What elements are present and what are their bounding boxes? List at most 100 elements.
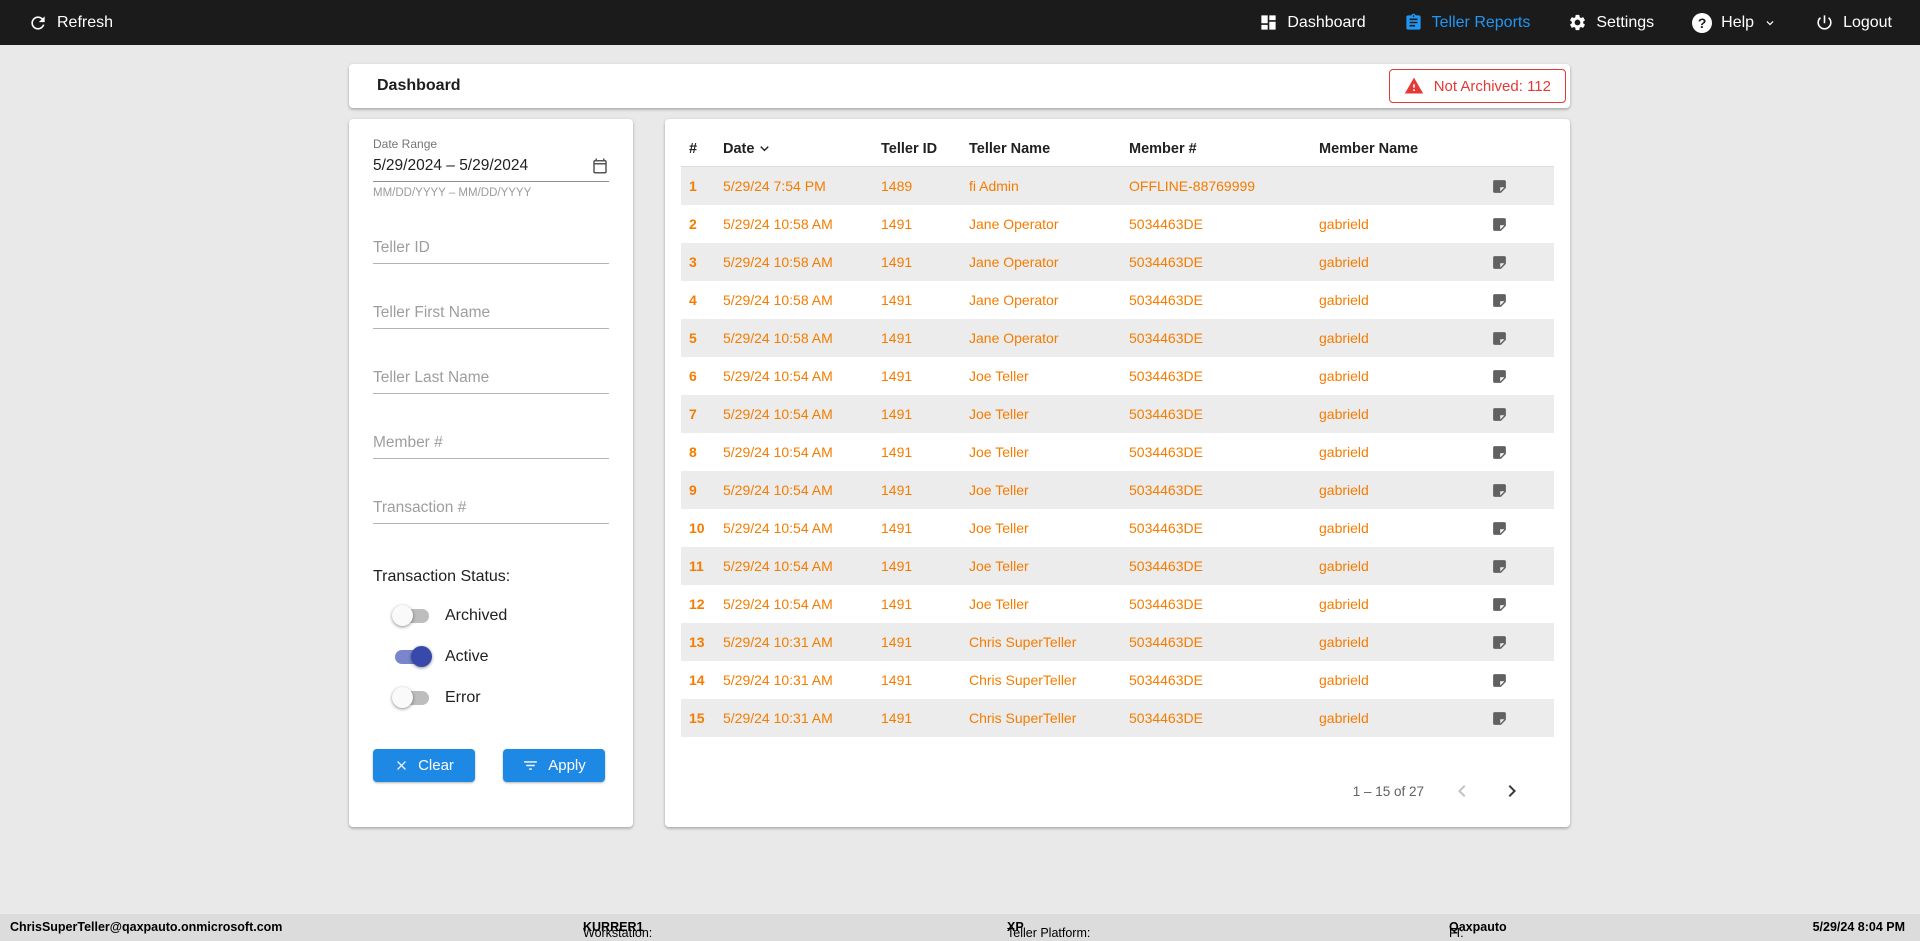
archived-toggle[interactable] [392, 605, 429, 626]
table-row[interactable]: 12 5/29/24 10:54 AM 1491 Joe Teller 5034… [681, 585, 1554, 623]
member-number-input[interactable] [373, 428, 609, 459]
top-navigation-bar: Refresh Dashboard Teller Reports Setting… [0, 0, 1920, 45]
cell-member-number: 5034463DE [1129, 368, 1203, 384]
nav-item-help[interactable]: ? Help [1692, 12, 1777, 33]
cell-date: 5/29/24 7:54 PM [723, 178, 826, 194]
nav-item-dashboard[interactable]: Dashboard [1259, 13, 1366, 32]
report-icon [1406, 13, 1421, 30]
col-header-date[interactable]: Date [723, 140, 881, 157]
note-icon[interactable] [1491, 634, 1554, 651]
filter-actions: Clear Apply [373, 749, 609, 782]
note-icon[interactable] [1491, 444, 1554, 461]
note-icon[interactable] [1491, 596, 1554, 613]
cell-date: 5/29/24 10:58 AM [723, 330, 833, 346]
cell-row-number: 6 [689, 368, 697, 384]
cell-teller-name: Jane Operator [969, 254, 1059, 270]
cell-date: 5/29/24 10:54 AM [723, 368, 833, 384]
table-row[interactable]: 14 5/29/24 10:31 AM 1491 Chris SuperTell… [681, 661, 1554, 699]
note-icon[interactable] [1491, 672, 1554, 689]
cell-teller-name: Jane Operator [969, 216, 1059, 232]
clear-button[interactable]: Clear [373, 749, 475, 782]
cell-teller-name: Joe Teller [969, 444, 1029, 460]
refresh-label: Refresh [57, 13, 114, 31]
note-icon[interactable] [1491, 292, 1554, 309]
nav-right-group: Dashboard Teller Reports Settings ? Help… [1259, 12, 1892, 33]
nav-item-logout[interactable]: Logout [1815, 13, 1892, 32]
table-row[interactable]: 4 5/29/24 10:58 AM 1491 Jane Operator 50… [681, 281, 1554, 319]
nav-label-logout: Logout [1843, 13, 1892, 31]
table-row[interactable]: 10 5/29/24 10:54 AM 1491 Joe Teller 5034… [681, 509, 1554, 547]
refresh-button[interactable]: Refresh [28, 13, 113, 33]
cell-teller-id: 1489 [881, 178, 913, 194]
cell-member-name: gabrield [1319, 406, 1369, 422]
fi-label: FI: [1449, 926, 1464, 940]
table-row[interactable]: 15 5/29/24 10:31 AM 1491 Chris SuperTell… [681, 699, 1554, 737]
table-row[interactable]: 11 5/29/24 10:54 AM 1491 Joe Teller 5034… [681, 547, 1554, 585]
cell-member-number: 5034463DE [1129, 216, 1203, 232]
power-icon [1817, 15, 1832, 30]
teller-last-name-input[interactable] [373, 363, 609, 394]
table-row[interactable]: 9 5/29/24 10:54 AM 1491 Joe Teller 50344… [681, 471, 1554, 509]
cell-teller-name: Jane Operator [969, 292, 1059, 308]
nav-item-teller-reports[interactable]: Teller Reports [1404, 13, 1531, 32]
cell-member-number: 5034463DE [1129, 710, 1203, 726]
cell-teller-id: 1491 [881, 292, 913, 308]
cell-member-name: gabrield [1319, 596, 1369, 612]
apply-button[interactable]: Apply [503, 749, 605, 782]
note-icon[interactable] [1491, 406, 1554, 423]
table-row[interactable]: 1 5/29/24 7:54 PM 1489 fi Admin OFFLINE-… [681, 167, 1554, 205]
cell-member-number: 5034463DE [1129, 330, 1203, 346]
nav-label-help: Help [1721, 13, 1755, 31]
cell-member-name: gabrield [1319, 558, 1369, 574]
note-icon[interactable] [1491, 368, 1554, 385]
cell-row-number: 2 [689, 216, 697, 232]
toggle-row-archived: Archived [392, 605, 609, 627]
teller-first-name-input[interactable] [373, 298, 609, 329]
not-archived-badge[interactable]: Not Archived: 112 [1388, 69, 1566, 103]
col-header-member-name: Member Name [1319, 140, 1419, 157]
active-toggle[interactable] [395, 646, 432, 667]
cell-member-name: gabrield [1319, 216, 1369, 232]
error-toggle-label: Error [445, 689, 481, 706]
cell-row-number: 4 [689, 292, 697, 308]
note-icon[interactable] [1491, 520, 1554, 537]
cell-row-number: 9 [689, 482, 697, 498]
nav-label-teller-reports: Teller Reports [1431, 13, 1531, 31]
refresh-icon [31, 15, 45, 30]
note-icon[interactable] [1491, 482, 1554, 499]
archived-toggle-label: Archived [445, 607, 508, 624]
cell-member-name: gabrield [1319, 368, 1369, 384]
note-icon[interactable] [1491, 330, 1554, 347]
transaction-number-input[interactable] [373, 493, 609, 524]
table-body: 1 5/29/24 7:54 PM 1489 fi Admin OFFLINE-… [681, 167, 1554, 737]
note-icon[interactable] [1491, 178, 1554, 195]
warning-icon [1404, 77, 1423, 94]
apply-button-label: Apply [548, 757, 586, 774]
next-page-button[interactable] [1500, 779, 1524, 803]
dashboard-icon [1261, 15, 1276, 30]
table-row[interactable]: 2 5/29/24 10:58 AM 1491 Jane Operator 50… [681, 205, 1554, 243]
cell-member-number: 5034463DE [1129, 444, 1203, 460]
table-row[interactable]: 6 5/29/24 10:54 AM 1491 Joe Teller 50344… [681, 357, 1554, 395]
table-row[interactable]: 5 5/29/24 10:58 AM 1491 Jane Operator 50… [681, 319, 1554, 357]
teller-id-input[interactable] [373, 233, 609, 264]
note-icon[interactable] [1491, 558, 1554, 575]
note-icon[interactable] [1491, 254, 1554, 271]
error-toggle[interactable] [392, 687, 429, 708]
date-range-input[interactable] [373, 157, 563, 175]
nav-item-settings[interactable]: Settings [1568, 13, 1654, 32]
table-row[interactable]: 7 5/29/24 10:54 AM 1491 Joe Teller 50344… [681, 395, 1554, 433]
cell-teller-name: Chris SuperTeller [969, 710, 1077, 726]
table-row[interactable]: 8 5/29/24 10:54 AM 1491 Joe Teller 50344… [681, 433, 1554, 471]
note-icon[interactable] [1491, 216, 1554, 233]
table-row[interactable]: 13 5/29/24 10:31 AM 1491 Chris SuperTell… [681, 623, 1554, 661]
table-row[interactable]: 3 5/29/24 10:58 AM 1491 Jane Operator 50… [681, 243, 1554, 281]
note-icon[interactable] [1491, 710, 1554, 727]
cell-member-name: gabrield [1319, 634, 1369, 650]
cell-member-name: gabrield [1319, 520, 1369, 536]
date-range-field[interactable] [373, 153, 609, 182]
nav-label-dashboard: Dashboard [1287, 13, 1366, 31]
pagination: 1 – 15 of 27 [681, 779, 1554, 803]
calendar-icon[interactable] [591, 157, 609, 175]
previous-page-button[interactable] [1450, 779, 1474, 803]
